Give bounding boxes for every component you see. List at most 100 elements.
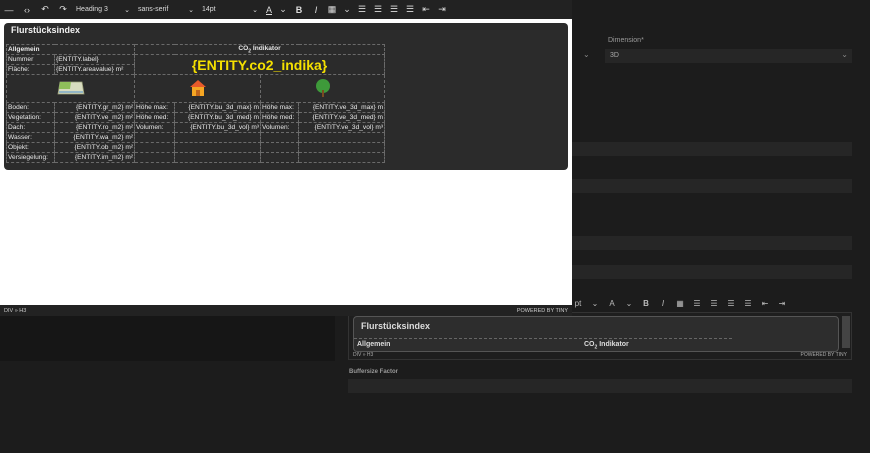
- editor-content[interactable]: Flurstücksindex Allgemein CO2 Indikator …: [0, 19, 572, 305]
- icon-row: [5, 74, 386, 104]
- indent-icon[interactable]: ⇥: [434, 0, 450, 19]
- align-right-icon[interactable]: ☰: [727, 299, 735, 308]
- table-icon[interactable]: ▦: [676, 299, 684, 308]
- indent-icon[interactable]: ⇥: [778, 299, 786, 308]
- form-field[interactable]: [572, 265, 852, 279]
- outdent-icon[interactable]: ⇤: [418, 0, 434, 19]
- text-color-icon[interactable]: A: [608, 299, 616, 308]
- table-icon[interactable]: ▦: [324, 0, 340, 19]
- background-statusbar: DIV » H3 POWERED BY TINY: [348, 350, 852, 360]
- map-icon-cell: [5, 74, 136, 104]
- undo-icon[interactable]: ↶: [36, 0, 54, 19]
- buffersize-label: Buffersize Factor: [349, 369, 399, 375]
- tree-icon: [315, 78, 330, 97]
- empty-cell: [298, 142, 386, 154]
- background-card: Flurstücksindex Allgemein CO2 Indikator: [353, 316, 839, 352]
- source-code-icon[interactable]: ‹›: [18, 0, 36, 19]
- align-justify-icon[interactable]: ☰: [402, 0, 418, 19]
- co2-value: {ENTITY.co2_indika}: [134, 54, 386, 76]
- empty-cell: [174, 152, 262, 164]
- wasser-value: {ENTITY.wa_m2} m²: [53, 132, 136, 144]
- card-title: Flurstücksindex: [11, 25, 81, 35]
- chevron-down-icon[interactable]: ⌄: [583, 50, 590, 59]
- empty-cell: [174, 132, 262, 144]
- nummer-value: {ENTITY.label}: [53, 54, 136, 66]
- boden-label: Boden:: [6, 102, 55, 114]
- ve-volumen-value: {ENTITY.ve_3d_vol} m³: [298, 122, 386, 134]
- chevron-down-icon[interactable]: ⌄: [340, 0, 354, 19]
- table-row: Versiegelung: {ENTITY.im_m2} m²: [6, 152, 386, 164]
- font-family-select[interactable]: sans-serif ⌄: [134, 0, 198, 19]
- info-table: Allgemein CO2 Indikator Nummer {ENTITY.l…: [5, 43, 386, 164]
- empty-cell: [298, 152, 386, 164]
- dimension-select[interactable]: 3D ⌄: [605, 49, 852, 63]
- form-field[interactable]: [572, 142, 852, 156]
- chevron-down-icon[interactable]: ⌄: [591, 299, 599, 308]
- bold-button[interactable]: B: [290, 0, 308, 19]
- chevron-down-icon: ⌄: [124, 6, 130, 14]
- chevron-down-icon: ⌄: [188, 6, 194, 14]
- font-size-select[interactable]: pt: [574, 299, 582, 308]
- align-right-icon[interactable]: ☰: [386, 0, 402, 19]
- chevron-down-icon: ⌄: [841, 50, 848, 59]
- table-row: Boden: {ENTITY.gr_m2} m² Höhe max: {ENTI…: [6, 102, 386, 114]
- redo-icon[interactable]: ↷: [54, 0, 72, 19]
- boden-value: {ENTITY.gr_m2} m²: [53, 102, 136, 114]
- bu-volumen-value: {ENTITY.bu_3d_vol} m³: [174, 122, 262, 134]
- vegetation-label: Vegetation:: [6, 112, 55, 124]
- align-center-icon[interactable]: ☰: [710, 299, 718, 308]
- bu-hoehe-max-value: {ENTITY.bu_3d_max} m: [174, 102, 262, 114]
- allgemein-header: Allgemein: [5, 43, 136, 56]
- flurstuecksindex-card: Flurstücksindex Allgemein CO2 Indikator …: [4, 23, 568, 170]
- ve-hoehe-med-label: Höhe med:: [260, 112, 300, 124]
- objekt-label: Objekt:: [6, 142, 55, 154]
- italic-button[interactable]: I: [659, 299, 667, 308]
- text-color-icon[interactable]: A: [262, 0, 276, 19]
- block-format-select[interactable]: Heading 3 ⌄: [72, 0, 134, 19]
- scrollbar[interactable]: [842, 316, 850, 348]
- editor-toolbar: — ‹› ↶ ↷ Heading 3 ⌄ sans-serif ⌄ 14pt ⌄…: [0, 0, 572, 19]
- chevron-down-icon[interactable]: ⌄: [276, 0, 290, 19]
- powered-by-label[interactable]: POWERED BY TINY: [801, 352, 848, 358]
- flaeche-label: Fläche:: [6, 64, 55, 76]
- wasser-label: Wasser:: [6, 132, 55, 144]
- element-path[interactable]: DIV » H3: [4, 308, 26, 314]
- form-field[interactable]: [572, 179, 852, 193]
- bu-hoehe-med-value: {ENTITY.bu_3d_med} m: [174, 112, 262, 124]
- font-size-select[interactable]: 14pt ⌄: [198, 0, 262, 19]
- house-icon: [189, 79, 206, 96]
- bu-hoehe-med-label: Höhe med:: [134, 112, 176, 124]
- empty-cell: [260, 152, 300, 164]
- buffersize-input[interactable]: [348, 379, 852, 393]
- bu-hoehe-max-label: Höhe max:: [134, 102, 176, 114]
- font-family-value: sans-serif: [138, 6, 169, 13]
- font-size-value: 14pt: [202, 6, 216, 13]
- dach-value: {ENTITY.ro_m2} m²: [53, 122, 136, 134]
- align-justify-icon[interactable]: ☰: [744, 299, 752, 308]
- table-row: Allgemein CO2 Indikator: [5, 43, 386, 56]
- left-panel-strip: [0, 316, 335, 361]
- background-co2-header: CO2 Indikator: [584, 341, 629, 351]
- outdent-icon[interactable]: ⇤: [761, 299, 769, 308]
- ve-hoehe-med-value: {ENTITY.ve_3d_med} m: [298, 112, 386, 124]
- bu-volumen-label: Volumen:: [134, 122, 176, 134]
- ve-hoehe-max-value: {ENTITY.ve_3d_max} m: [298, 102, 386, 114]
- align-left-icon[interactable]: ☰: [354, 0, 370, 19]
- element-path[interactable]: DIV » H3: [353, 352, 373, 358]
- bold-button[interactable]: B: [642, 299, 650, 308]
- chevron-down-icon[interactable]: ⌄: [625, 299, 633, 308]
- empty-cell: [134, 152, 176, 164]
- italic-button[interactable]: I: [308, 0, 324, 19]
- tree-icon-cell: [260, 74, 386, 104]
- table-row: Nummer {ENTITY.label} {ENTITY.co2_indika…: [6, 54, 386, 76]
- powered-by-label[interactable]: POWERED BY TINY: [517, 308, 568, 314]
- house-icon-cell: [134, 74, 262, 104]
- align-left-icon[interactable]: ☰: [693, 299, 701, 308]
- table-row: Dach: {ENTITY.ro_m2} m² Volumen: {ENTITY…: [6, 122, 386, 134]
- background-card-title: Flurstücksindex: [361, 321, 431, 331]
- ve-volumen-label: Volumen:: [260, 122, 300, 134]
- align-center-icon[interactable]: ☰: [370, 0, 386, 19]
- form-field[interactable]: [572, 236, 852, 250]
- table-row: Wasser: {ENTITY.wa_m2} m²: [6, 132, 386, 144]
- menu-icon[interactable]: —: [0, 0, 18, 19]
